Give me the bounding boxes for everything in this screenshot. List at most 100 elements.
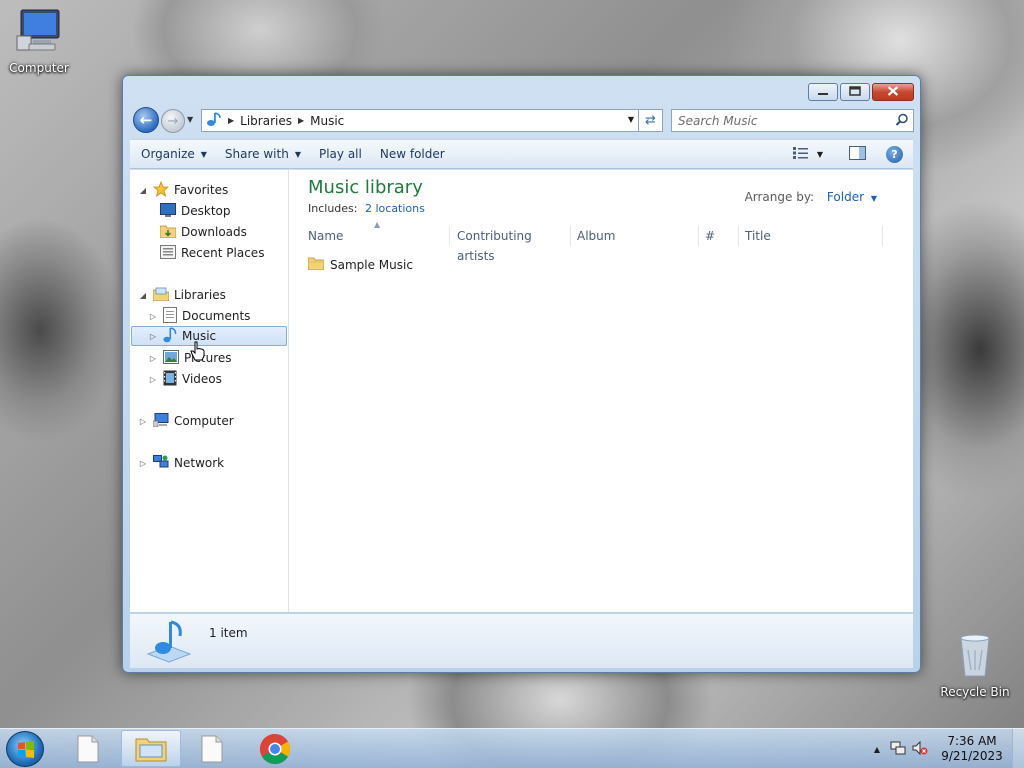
star-icon: [152, 180, 170, 200]
help-button[interactable]: ?: [886, 145, 903, 163]
volume-muted-icon[interactable]: [912, 740, 928, 759]
refresh-icon: ⇄: [645, 113, 656, 128]
search-box[interactable]: [671, 109, 914, 132]
preview-pane-button[interactable]: [849, 145, 866, 163]
folder-icon: [307, 256, 325, 273]
network-status-icon[interactable]: [890, 740, 906, 759]
organize-label: Organize: [141, 147, 195, 161]
nav-downloads[interactable]: Downloads: [159, 222, 247, 242]
address-bar[interactable]: ▶ Libraries ▶ Music ▼: [201, 109, 639, 132]
library-pane: Music library Includes: 2 locations Arra…: [290, 170, 913, 612]
downloads-folder-icon: [159, 224, 177, 241]
nav-recent-places-label: Recent Places: [181, 246, 265, 260]
nav-documents[interactable]: ▷ Documents: [148, 306, 250, 326]
start-button[interactable]: [6, 731, 44, 767]
taskbar-blank-document-1[interactable]: [58, 730, 118, 767]
document-icon: [201, 735, 223, 762]
breadcrumb-libraries[interactable]: Libraries: [240, 114, 292, 128]
address-dropdown-icon[interactable]: ▼: [628, 115, 634, 124]
clock-date: 9/21/2023: [941, 749, 1003, 763]
chevron-down-icon: ▼: [870, 194, 877, 203]
nav-desktop-label: Desktop: [181, 204, 231, 218]
breadcrumb-separator-icon: ▶: [228, 116, 235, 125]
document-icon: [77, 735, 99, 762]
item-count: 1 item: [209, 626, 248, 640]
network-icon: [153, 454, 169, 472]
search-input[interactable]: [678, 113, 883, 128]
libraries-icon: [152, 287, 170, 304]
share-with-menu[interactable]: Share with ▼: [216, 140, 310, 168]
search-icon: [895, 113, 909, 130]
expanded-icon: ◢: [139, 290, 147, 300]
collapsed-icon: ▷: [139, 458, 147, 468]
back-button[interactable]: ←: [133, 107, 159, 133]
nav-downloads-label: Downloads: [181, 225, 247, 239]
arrange-by-dropdown[interactable]: Folder ▼: [827, 190, 877, 204]
desktop-computer-icon[interactable]: Computer: [2, 6, 76, 75]
nav-videos-label: Videos: [182, 372, 222, 386]
chevron-down-icon: ▼: [200, 149, 207, 159]
nav-computer-label: Computer: [174, 414, 234, 428]
collapsed-icon: ▷: [149, 311, 157, 321]
arrange-by-label: Arrange by:: [744, 190, 815, 204]
taskbar-explorer[interactable]: [121, 730, 181, 767]
show-desktop-button[interactable]: [1012, 729, 1024, 768]
system-tray: ▲ 7:36 AM 9/21/2023: [874, 729, 1024, 768]
collapsed-icon: ▷: [149, 331, 157, 341]
nav-recent-places[interactable]: Recent Places: [160, 243, 264, 263]
explorer-window: ← → ▼ ▶ Libraries ▶ Music ▼ ⇄ Organize ▼…: [122, 75, 921, 673]
locations-link[interactable]: 2 locations: [365, 202, 425, 215]
nav-videos[interactable]: ▷ Videos: [148, 369, 222, 389]
details-pane: 1 item: [130, 613, 913, 668]
view-options-button[interactable]: ▼: [792, 146, 823, 162]
breadcrumb-music[interactable]: Music: [310, 114, 344, 128]
new-folder-button[interactable]: New folder: [371, 140, 454, 168]
nav-computer[interactable]: ▷ Computer: [138, 411, 234, 431]
nav-libraries[interactable]: ◢ Libraries: [138, 285, 226, 305]
refresh-button[interactable]: ⇄: [639, 109, 663, 132]
play-all-button[interactable]: Play all: [310, 140, 371, 168]
restore-icon: [849, 85, 861, 99]
clock[interactable]: 7:36 AM 9/21/2023: [932, 734, 1012, 764]
windows-logo-icon: [18, 741, 34, 758]
includes-label: Includes:: [308, 202, 358, 215]
arrow-left-icon: ←: [139, 111, 153, 129]
navigation-pane: ◢ Favorites Desktop Downloads Recent Pla…: [130, 170, 289, 612]
recent-pages-dropdown[interactable]: ▼: [187, 115, 193, 124]
column-header-album[interactable]: Album: [571, 226, 699, 246]
minimize-button[interactable]: [808, 83, 838, 101]
computer-icon: [2, 6, 76, 57]
desktop-icon: [160, 202, 176, 220]
content-area: ◢ Favorites Desktop Downloads Recent Pla…: [130, 170, 913, 612]
column-header-contributing-artists[interactable]: Contributing artists: [451, 226, 571, 263]
minimize-icon: [818, 85, 828, 99]
desktop-recycle-bin-label: Recycle Bin: [940, 685, 1010, 699]
share-with-label: Share with: [224, 147, 289, 161]
nav-music[interactable]: ▷ Music: [131, 326, 287, 346]
collapsed-icon: ▷: [149, 353, 157, 363]
documents-icon: [163, 306, 177, 326]
column-header-name[interactable]: Name: [302, 226, 450, 246]
column-header-title[interactable]: Title: [739, 226, 883, 246]
nav-desktop[interactable]: Desktop: [160, 201, 231, 221]
show-hidden-icons-button[interactable]: ▲: [874, 745, 880, 754]
nav-network-label: Network: [174, 456, 225, 470]
maximize-button[interactable]: [840, 83, 870, 101]
arrange-by: Arrange by: Folder ▼: [745, 190, 877, 204]
forward-button[interactable]: →: [161, 109, 185, 133]
taskbar-blank-document-2[interactable]: [182, 730, 242, 767]
nav-network[interactable]: ▷ Network: [138, 453, 224, 473]
preview-pane-icon: [849, 145, 866, 160]
desktop-recycle-bin-icon[interactable]: Recycle Bin: [938, 630, 1012, 699]
file-row-sample-music[interactable]: Sample Music: [307, 256, 413, 273]
close-button[interactable]: [872, 83, 914, 101]
chrome-icon: [259, 733, 291, 764]
music-icon: [163, 326, 177, 346]
toolbar-right-group: ▼ ?: [792, 145, 913, 163]
taskbar: ▲ 7:36 AM 9/21/2023: [0, 728, 1024, 768]
organize-menu[interactable]: Organize ▼: [130, 140, 216, 168]
nav-favorites[interactable]: ◢ Favorites: [138, 180, 228, 200]
address-row: ← → ▼ ▶ Libraries ▶ Music ▼ ⇄: [131, 106, 914, 134]
taskbar-chrome[interactable]: [245, 730, 305, 767]
column-header-number[interactable]: #: [699, 226, 739, 246]
